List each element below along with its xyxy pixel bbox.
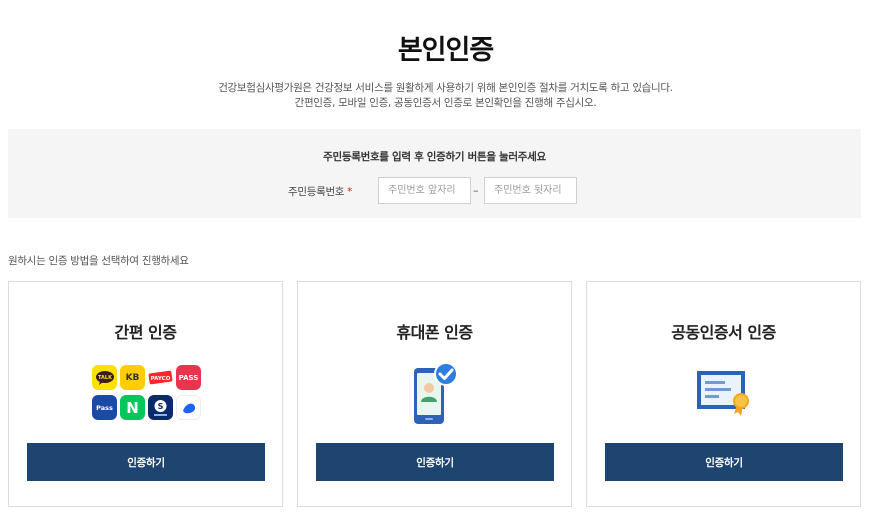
shinhan-icon: S: [148, 395, 173, 420]
simple-auth-card: 간편 인증 TALK KB PAYCO PASS Pass N S 인증하기: [8, 281, 283, 507]
page-title: 본인인증: [397, 35, 494, 66]
method-guide-text: 원하시는 인증 방법을 선택하여 진행하세요: [8, 255, 189, 267]
certificate-auth-title: 공동인증서 인증: [671, 323, 776, 342]
toss-icon: [176, 395, 201, 420]
kb-text: KB: [125, 372, 140, 383]
payco-icon: PAYCO: [148, 365, 173, 390]
mobile-auth-title: 휴대폰 인증: [396, 323, 473, 342]
rrn-label: 주민등록번호 *: [288, 184, 352, 199]
pass-icon: PASS: [176, 365, 201, 390]
mobile-verified-icon: [414, 362, 458, 424]
required-mark: *: [347, 186, 353, 198]
pass-text: PASS: [178, 373, 199, 382]
naver-icon: N: [120, 395, 145, 420]
mobile-auth-card: 휴대폰 인증 인증하기: [297, 281, 572, 507]
certificate-auth-button[interactable]: 인증하기: [605, 443, 843, 481]
samsung-pass-icon: Pass: [92, 395, 117, 420]
simple-auth-title: 간편 인증: [114, 323, 177, 342]
certificate-icon: [697, 371, 749, 416]
rrn-instruction: 주민등록번호를 입력 후 인증하기 버튼을 눌러주세요: [323, 151, 546, 163]
rrn-input-panel: 주민등록번호를 입력 후 인증하기 버튼을 눌러주세요 주민등록번호* –: [8, 129, 861, 218]
simple-auth-apps-icon: TALK KB PAYCO PASS Pass N S: [91, 365, 203, 421]
rrn-front-input[interactable]: [378, 177, 471, 204]
certificate-auth-card: 공동인증서 인증 인증하기: [586, 281, 861, 507]
description-line-1: 건강보험심사평가원은 건강정보 서비스를 원활하게 사용하기 위해 본인인증 절…: [218, 82, 673, 94]
rrn-separator: –: [473, 184, 479, 197]
rrn-label-text: 주민등록번호: [288, 186, 345, 198]
rrn-back-input[interactable]: [484, 177, 577, 204]
kakao-text: TALK: [98, 375, 113, 381]
mobile-auth-button[interactable]: 인증하기: [316, 443, 554, 481]
kb-icon: KB: [120, 365, 145, 390]
page-description: 건강보험심사평가원은 건강정보 서비스를 원활하게 사용하기 위해 본인인증 절…: [0, 81, 891, 111]
kakao-talk-icon: TALK: [92, 365, 117, 390]
samsung-pass-text: Pass: [96, 403, 113, 412]
payco-text: PAYCO: [151, 376, 171, 382]
naver-text: N: [126, 398, 139, 417]
simple-auth-button[interactable]: 인증하기: [27, 443, 265, 481]
description-line-2: 간편인증, 모바일 인증, 공동인증서 인증로 본인확인을 진행해 주십시오.: [294, 97, 597, 109]
shinhan-text: S: [158, 402, 164, 411]
